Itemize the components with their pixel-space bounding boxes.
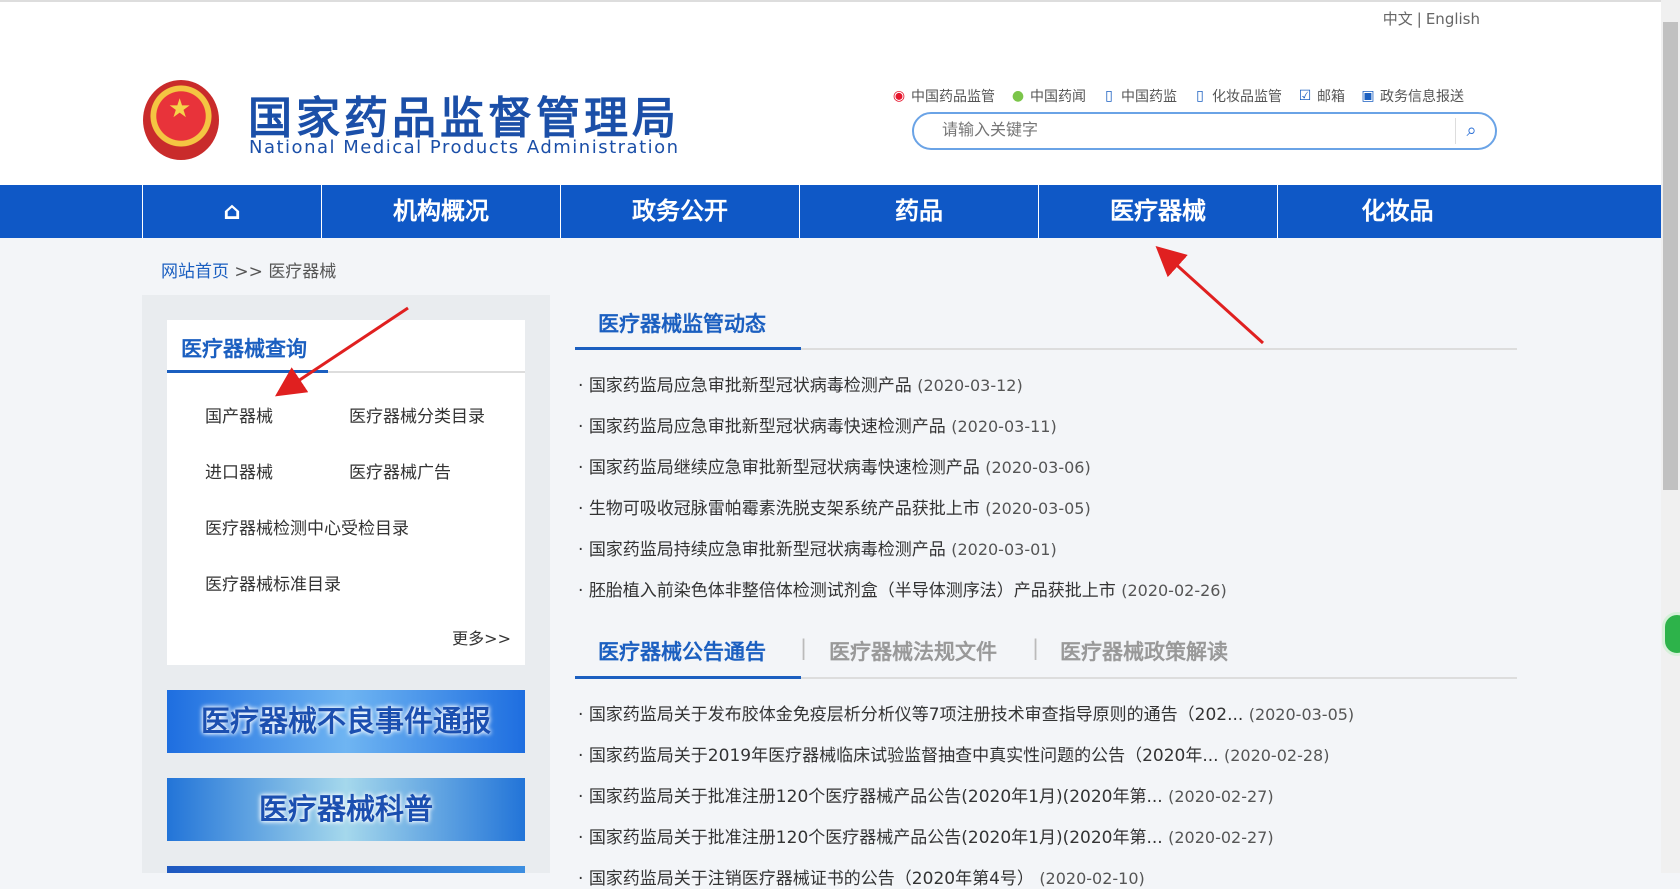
arrow-to-devices-nav	[1155, 245, 1265, 345]
floating-widget[interactable]	[1662, 612, 1680, 656]
annotation-arrows	[275, 245, 1265, 397]
arrow-to-domestic	[275, 306, 409, 397]
scrollbar-thumb[interactable]	[1663, 22, 1678, 490]
